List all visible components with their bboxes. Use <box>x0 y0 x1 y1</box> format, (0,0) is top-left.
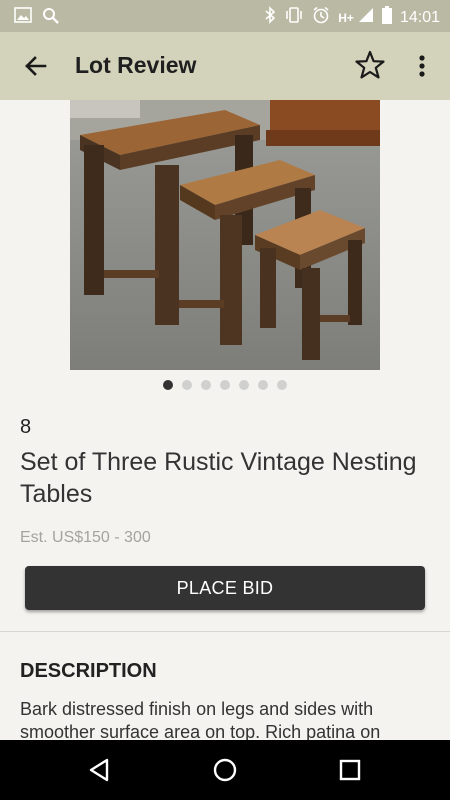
status-system: H+ 14:01 <box>264 6 440 29</box>
search-notification-icon <box>42 7 60 30</box>
triangle-back-icon[interactable] <box>85 755 115 785</box>
gallery-pagination[interactable] <box>0 380 450 390</box>
alarm-icon <box>312 6 330 29</box>
system-nav-bar <box>0 740 450 800</box>
gallery-dot[interactable] <box>220 380 230 390</box>
gallery-dot[interactable] <box>201 380 211 390</box>
page-title: Lot Review <box>75 52 197 78</box>
section-divider <box>0 631 450 632</box>
gallery-dot[interactable] <box>258 380 268 390</box>
more-vertical-icon[interactable] <box>410 48 434 84</box>
arrow-left-icon[interactable] <box>18 48 54 84</box>
network-type-label: H+ <box>338 10 354 25</box>
app-bar: Lot Review <box>0 32 450 100</box>
signal-icon <box>358 7 374 28</box>
vibrate-icon <box>284 6 304 29</box>
star-outline-icon[interactable] <box>352 48 388 84</box>
gallery-dot[interactable] <box>239 380 249 390</box>
lot-title: Set of Three Rustic Vintage Nesting Tabl… <box>20 448 417 508</box>
status-bar: H+ 14:01 <box>0 0 450 32</box>
gallery-notification-icon <box>14 7 32 30</box>
lot-detail-content[interactable]: 8 Set of Three Rustic Vintage Nesting Ta… <box>0 100 450 740</box>
description-text: Bark distressed finish on legs and sides… <box>20 699 381 740</box>
status-time: 14:01 <box>399 8 440 26</box>
bluetooth-icon <box>264 6 276 29</box>
place-bid-button[interactable]: PLACE BID <box>25 566 425 610</box>
lot-photo[interactable] <box>70 100 380 370</box>
square-recents-icon[interactable] <box>335 755 365 785</box>
battery-icon <box>381 6 392 29</box>
lot-number: 8 <box>20 416 32 438</box>
circle-home-icon[interactable] <box>210 755 240 785</box>
lot-estimate: Est. US$150 - 300 <box>20 529 151 546</box>
gallery-dot[interactable] <box>182 380 192 390</box>
description-heading: DESCRIPTION <box>20 660 157 682</box>
status-notifications <box>14 7 60 30</box>
gallery-dot[interactable] <box>277 380 287 390</box>
gallery-dot[interactable] <box>163 380 173 390</box>
